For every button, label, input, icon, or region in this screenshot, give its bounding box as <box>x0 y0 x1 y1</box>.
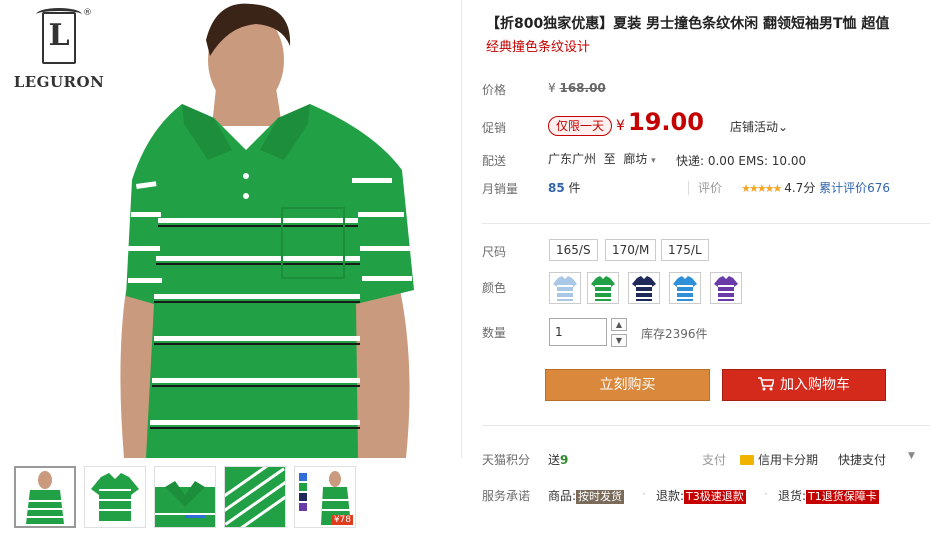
shirt-swatch-icon <box>714 276 738 301</box>
shirt-swatch-icon <box>632 276 656 301</box>
shirt-swatch-icon <box>591 276 615 301</box>
monthly-sales-value: 85 件 <box>548 181 581 195</box>
service-label: 服务承诺 <box>482 489 531 503</box>
cart-icon <box>758 377 776 391</box>
promo-currency: ¥ <box>616 118 625 134</box>
service-return-guarantee[interactable]: 退货: T1退货保障卡 <box>778 487 879 504</box>
star-rating-icon: ★★★★★ <box>741 182 782 195</box>
points-label: 天猫积分 <box>482 453 531 467</box>
promo-label: 促销 <box>482 121 507 135</box>
shipping-label: 配送 <box>482 154 507 168</box>
color-label: 颜色 <box>482 281 507 295</box>
shirt-swatch-icon <box>553 276 577 301</box>
service-fast-refund[interactable]: 退款: T3极速退款 <box>656 487 746 504</box>
color-swatch-purple[interactable] <box>710 272 742 304</box>
color-swatch-green[interactable] <box>587 272 619 304</box>
add-to-cart-button[interactable]: 加入购物车 <box>722 369 886 401</box>
rating-score: 4.7分 <box>784 181 816 195</box>
main-product-photo[interactable]: L ® LEGURON <box>6 0 462 458</box>
shipping-to-word: 至 <box>603 152 616 166</box>
price-label: 价格 <box>482 83 507 97</box>
quick-pay-option[interactable]: 快捷支付 <box>838 451 886 468</box>
quantity-input[interactable] <box>549 318 607 346</box>
review-count-link[interactable]: 累计评价676 <box>819 181 890 195</box>
buy-now-button[interactable]: 立刻购买 <box>545 369 710 401</box>
separator-dot: · <box>642 487 646 501</box>
shipping-origin: 广东广州 <box>548 152 597 166</box>
thumbnail-shirt-flat-icon <box>91 473 139 521</box>
credit-installment-option[interactable]: 信用卡分期 <box>740 451 818 468</box>
thumbnail-fabric-detail-icon <box>225 467 285 527</box>
thumbnail-2[interactable] <box>84 466 146 528</box>
points-value: 送9 <box>548 453 569 467</box>
shipping-fees: 快递: 0.00 EMS: 10.00 <box>676 154 807 168</box>
product-gallery: L ® LEGURON ¥78 <box>6 0 462 533</box>
stock-count: 库存2396件 <box>641 327 708 341</box>
thumbnail-4[interactable] <box>224 466 286 528</box>
rating-label: 评价 <box>698 181 723 195</box>
rating-summary[interactable]: 评价 ★★★★★ 4.7分 累计评价676 <box>698 179 890 196</box>
product-subtitle: 经典撞色条纹设计 <box>486 40 591 55</box>
promo-tag-badge: 仅限一天 <box>548 116 613 136</box>
size-option-m[interactable]: 170/M <box>605 239 657 261</box>
brand-name: LEGURON <box>13 73 105 91</box>
product-title: 【折800独家优惠】夏装 男士撞色条纹休闲 翻领短袖男T恤 超值 <box>486 16 890 32</box>
color-swatch-navy[interactable] <box>628 272 660 304</box>
thumbnail-collar-detail-icon <box>155 481 215 527</box>
separator-dot: · <box>764 487 768 501</box>
divider <box>482 223 930 224</box>
thumbnail-3[interactable] <box>154 466 216 528</box>
thumbnail-strip: ¥78 <box>14 466 462 528</box>
product-detail-panel: 【折800独家优惠】夏装 男士撞色条纹休闲 翻领短袖男T恤 超值 经典撞色条纹设… <box>472 0 930 533</box>
thumbnail-1[interactable] <box>14 466 76 528</box>
shipping-destination[interactable]: 廊坊 <box>623 152 647 166</box>
thumbnail-model-front-icon <box>26 471 64 524</box>
service-ontime-shipping[interactable]: 商品: 按时发货 <box>548 487 625 504</box>
color-swatch-light-blue[interactable] <box>549 272 581 304</box>
caret-down-icon[interactable]: ▾ <box>651 156 656 166</box>
credit-card-icon <box>740 455 754 465</box>
caret-down-icon[interactable]: ▼ <box>908 451 915 461</box>
shirt-swatch-icon <box>673 276 697 301</box>
chevron-down-icon: ⌄ <box>778 120 789 134</box>
shipping-route[interactable]: 广东广州 至 廊坊 ▾ <box>548 150 656 167</box>
product-page: L ® LEGURON ¥78 【折800独家优惠】夏装 男士撞色条纹休闲 翻领… <box>0 0 930 533</box>
original-price: ¥ 168.00 <box>548 81 606 95</box>
size-option-s[interactable]: 165/S <box>549 239 598 261</box>
size-option-l[interactable]: 175/L <box>661 239 709 261</box>
thumbnail-5[interactable]: ¥78 <box>294 466 356 528</box>
quantity-label: 数量 <box>482 326 507 340</box>
color-swatch-blue[interactable] <box>669 272 701 304</box>
payment-label: 支付 <box>702 453 727 467</box>
quantity-decrease-icon[interactable]: ▼ <box>611 334 627 347</box>
thumbnail-price-badge: ¥78 <box>331 515 353 525</box>
divider <box>482 425 930 426</box>
quantity-increase-icon[interactable]: ▲ <box>611 318 627 331</box>
add-to-cart-label: 加入购物车 <box>780 377 850 393</box>
brand-crest-icon: L ® <box>36 8 92 68</box>
monthly-sales-label: 月销量 <box>482 182 519 196</box>
divider <box>688 181 689 195</box>
brand-logo: L ® LEGURON <box>12 8 106 91</box>
shop-activity-dropdown[interactable]: 店铺活动⌄ <box>730 118 788 135</box>
promo-price: 19.00 <box>628 108 704 136</box>
size-label: 尺码 <box>482 245 507 259</box>
